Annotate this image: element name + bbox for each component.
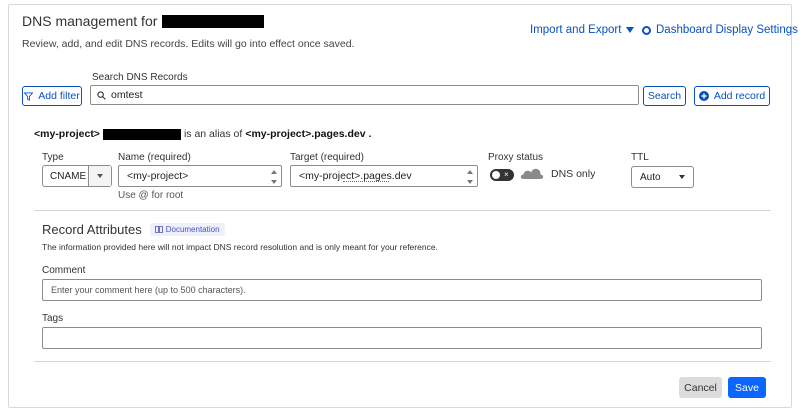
ttl-select[interactable]: Auto bbox=[631, 166, 694, 188]
page-title-text: DNS management for bbox=[22, 13, 158, 29]
divider bbox=[34, 361, 771, 362]
alias-name: <my-project> bbox=[34, 128, 100, 140]
alias-mid-text: is an alias of bbox=[183, 128, 243, 140]
name-input[interactable]: <my-project> bbox=[118, 165, 282, 187]
type-select[interactable]: CNAME bbox=[42, 165, 112, 187]
search-button[interactable]: Search bbox=[643, 86, 686, 106]
add-filter-button[interactable]: Add filter bbox=[22, 86, 82, 106]
proxy-toggle[interactable]: × bbox=[490, 169, 514, 181]
comment-input[interactable]: Enter your comment here (up to 500 chara… bbox=[42, 279, 762, 301]
record-attributes-heading: Record Attributes bbox=[42, 222, 142, 237]
gear-icon bbox=[642, 25, 651, 35]
dashboard-settings-button[interactable]: Dashboard Display Settings bbox=[642, 24, 798, 36]
book-icon bbox=[154, 226, 163, 233]
cloud-icon bbox=[520, 168, 544, 179]
comment-label: Comment bbox=[42, 265, 86, 276]
type-value: CNAME bbox=[50, 170, 87, 182]
import-export-button[interactable]: Import and Export bbox=[530, 24, 635, 36]
name-hint: Use @ for root bbox=[118, 190, 184, 201]
alias-target: <my-project>.pages.dev bbox=[245, 128, 366, 140]
page-subtitle: Review, add, and edit DNS records. Edits… bbox=[22, 38, 355, 50]
stepper-icon bbox=[466, 170, 474, 184]
ttl-value: Auto bbox=[640, 171, 661, 183]
type-label: Type bbox=[42, 152, 64, 163]
stepper-icon bbox=[270, 170, 278, 184]
cancel-button[interactable]: Cancel bbox=[679, 377, 722, 398]
ttl-label: TTL bbox=[631, 152, 649, 163]
attributes-description: The information provided here will not i… bbox=[42, 242, 438, 252]
proxy-label: Proxy status bbox=[488, 152, 544, 163]
filter-icon bbox=[24, 91, 34, 101]
toggle-knob bbox=[492, 171, 500, 179]
spellcheck-underline bbox=[343, 181, 389, 182]
documentation-link[interactable]: Documentation bbox=[149, 223, 225, 236]
proxy-status-text: DNS only bbox=[551, 168, 596, 180]
redacted-domain bbox=[162, 14, 265, 28]
alias-notice: <my-project> is an alias of <my-project>… bbox=[34, 128, 372, 140]
search-input-value: omtest bbox=[111, 89, 143, 101]
name-input-value: <my-project> bbox=[127, 170, 189, 182]
add-record-label: Add record bbox=[713, 90, 766, 102]
divider bbox=[34, 210, 771, 211]
caret-down-icon bbox=[626, 27, 635, 33]
tags-input[interactable] bbox=[42, 327, 762, 349]
redacted-domain bbox=[102, 128, 181, 140]
chevron-down-icon bbox=[679, 175, 685, 179]
target-input[interactable]: <my-project>.pages.dev bbox=[290, 165, 478, 187]
x-icon: × bbox=[504, 170, 509, 179]
chevron-down-icon bbox=[88, 166, 111, 186]
search-input[interactable]: omtest bbox=[90, 85, 639, 105]
page-title: DNS management for bbox=[22, 13, 265, 29]
name-label: Name (required) bbox=[118, 152, 191, 163]
tags-label: Tags bbox=[42, 313, 64, 324]
record-attributes-header: Record Attributes Documentation bbox=[42, 222, 225, 237]
target-label: Target (required) bbox=[290, 152, 364, 163]
search-icon bbox=[97, 90, 106, 100]
plus-circle-icon bbox=[698, 91, 709, 101]
save-button[interactable]: Save bbox=[728, 377, 766, 398]
add-record-button[interactable]: Add record bbox=[694, 86, 770, 106]
import-export-label: Import and Export bbox=[530, 24, 622, 36]
search-label: Search DNS Records bbox=[92, 72, 188, 83]
add-filter-label: Add filter bbox=[38, 90, 80, 102]
dashboard-settings-label: Dashboard Display Settings bbox=[656, 24, 798, 36]
documentation-label: Documentation bbox=[165, 225, 220, 234]
comment-placeholder: Enter your comment here (up to 500 chara… bbox=[51, 285, 246, 295]
